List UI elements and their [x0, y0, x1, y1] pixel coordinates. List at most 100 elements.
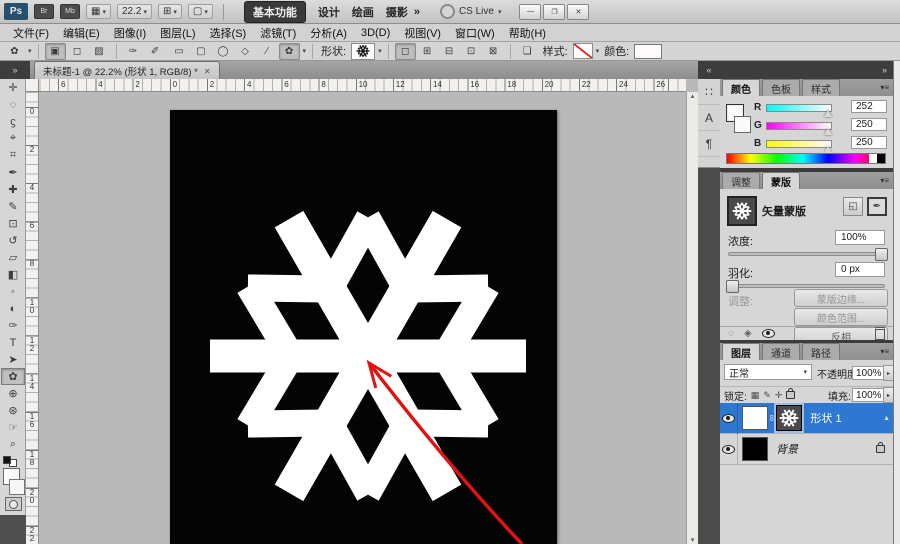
lock-transparent-icon[interactable]: ▦: [751, 390, 760, 401]
masks-panel-menu-icon[interactable]: ▾≡: [880, 176, 889, 185]
channel-slider-R[interactable]: [766, 104, 832, 112]
workspace-overflow-button[interactable]: »: [414, 6, 420, 18]
delete-mask-icon[interactable]: [875, 327, 885, 340]
channel-value-B[interactable]: 250: [851, 136, 887, 149]
vector-mask-thumbnail[interactable]: [727, 196, 757, 226]
subtract-shape-button[interactable]: ⊟: [439, 43, 460, 60]
layer-name[interactable]: 形状 1: [810, 410, 841, 426]
toolbox-collapse-button[interactable]: »: [0, 61, 30, 79]
color-tab-1[interactable]: 色板: [762, 79, 800, 96]
layer-mask-thumbnail[interactable]: [776, 405, 802, 431]
mask-enable-eye-icon[interactable]: [762, 329, 775, 338]
pen-tool[interactable]: ✑: [1, 317, 25, 334]
type-tool[interactable]: T: [1, 334, 25, 351]
blend-mode-select[interactable]: 正常▾: [724, 364, 812, 380]
mask-button-0[interactable]: 蒙版边缘...: [794, 289, 888, 307]
panel-background-swatch[interactable]: [734, 116, 751, 133]
panel-scroll-up-icon[interactable]: ▲: [883, 415, 890, 422]
channel-slider-thumb-R[interactable]: [824, 110, 832, 117]
channel-slider-thumb-G[interactable]: [824, 128, 832, 135]
custom-shape-tool[interactable]: ✿: [1, 368, 25, 385]
lasso-tool[interactable]: ϛ: [1, 113, 25, 130]
menu-item-2[interactable]: 图像(I): [107, 25, 153, 41]
channel-slider-B[interactable]: [766, 140, 832, 148]
shape-preset-chip[interactable]: [351, 43, 375, 60]
move-tool[interactable]: ✛: [1, 79, 25, 96]
workspace-tab-1[interactable]: 设计: [318, 4, 340, 20]
mask-link-icon[interactable]: ∞: [767, 415, 777, 421]
rounded-rectangle-shape-button[interactable]: ▢: [191, 43, 212, 60]
orbit-3d-tool[interactable]: ⊛: [1, 402, 25, 419]
menu-item-8[interactable]: 视图(V): [397, 25, 448, 41]
default-colors-icon[interactable]: [3, 456, 17, 466]
layer-row-shape[interactable]: ∞ 形状 1 ▲: [720, 403, 893, 434]
mask-load-selection-icon[interactable]: ◌: [728, 328, 734, 339]
color-spectrum-ramp[interactable]: [726, 153, 886, 164]
restore-button[interactable]: ❐: [543, 4, 565, 20]
polygon-shape-button[interactable]: ◇: [235, 43, 256, 60]
close-button[interactable]: ✕: [567, 4, 589, 20]
color-tab-2[interactable]: 样式: [802, 79, 840, 96]
ellipse-shape-button[interactable]: ◯: [213, 43, 234, 60]
new-shape-layer-button[interactable]: ◻: [395, 43, 416, 60]
layer-visibility-toggle[interactable]: [720, 403, 738, 434]
character-panel-icon[interactable]: A: [698, 105, 720, 131]
custom-shape-button[interactable]: ✿: [279, 43, 300, 60]
layers-tab-2[interactable]: 路径: [802, 343, 840, 360]
eyedropper-tool[interactable]: ✒: [1, 164, 25, 181]
workspace-tab-3[interactable]: 摄影: [386, 4, 408, 20]
lock-paint-icon[interactable]: ✎: [763, 390, 771, 401]
menu-item-6[interactable]: 分析(A): [303, 25, 354, 41]
freeform-pen-button[interactable]: ✐: [145, 43, 166, 60]
fill-pixels-mode[interactable]: ▨: [89, 43, 110, 60]
density-slider-thumb[interactable]: [875, 248, 888, 261]
density-slider[interactable]: [728, 252, 885, 256]
lock-move-icon[interactable]: ✛: [775, 390, 783, 401]
layers-panel-menu-icon[interactable]: ▾≡: [880, 347, 889, 356]
density-value[interactable]: 100%: [835, 230, 885, 245]
feather-value[interactable]: 0 px: [835, 262, 885, 277]
background-color-swatch[interactable]: [9, 479, 25, 495]
layers-tab-1[interactable]: 通道: [762, 343, 800, 360]
workspace-tab-2[interactable]: 绘画: [352, 4, 374, 20]
zoom-tool[interactable]: ⌕: [1, 436, 25, 453]
minimize-button[interactable]: —: [519, 4, 541, 20]
menu-item-7[interactable]: 3D(D): [354, 27, 397, 39]
style-none-swatch[interactable]: [573, 43, 593, 59]
document-canvas[interactable]: [170, 110, 557, 544]
color-panel-menu-icon[interactable]: ▾≡: [880, 83, 889, 92]
gradient-tool[interactable]: ◧: [1, 266, 25, 283]
view-extras-button[interactable]: ▦▾: [86, 4, 111, 19]
add-shape-button[interactable]: ⊞: [417, 43, 438, 60]
path-selection-tool[interactable]: ➤: [1, 351, 25, 368]
canvas-pasteboard[interactable]: [39, 92, 686, 544]
clone-stamp-tool[interactable]: ⊡: [1, 215, 25, 232]
quick-mask-button[interactable]: [5, 497, 22, 511]
dodge-tool[interactable]: ◐: [1, 300, 25, 317]
menu-item-3[interactable]: 图层(L): [153, 25, 202, 41]
mask-button-1[interactable]: 颜色范围...: [794, 308, 888, 326]
opacity-value[interactable]: 100%: [852, 366, 884, 380]
style-preview-icon[interactable]: ❏: [517, 43, 538, 60]
tool-preset-icon[interactable]: ✿: [4, 43, 25, 60]
masks-tab-0[interactable]: 调整: [722, 172, 760, 189]
menu-item-10[interactable]: 帮助(H): [502, 25, 553, 41]
dock-collapse-button[interactable]: »: [720, 61, 893, 79]
crop-tool[interactable]: ⌗: [1, 147, 25, 164]
exclude-shape-button[interactable]: ⊠: [483, 43, 504, 60]
intersect-shape-button[interactable]: ⊡: [461, 43, 482, 60]
layer-thumbnail[interactable]: [742, 437, 768, 461]
spectrum-black-swatch[interactable]: [877, 154, 885, 163]
menu-item-4[interactable]: 选择(S): [203, 25, 254, 41]
history-brush-tool[interactable]: ↺: [1, 232, 25, 249]
menu-item-5[interactable]: 滤镜(T): [253, 25, 303, 41]
masks-tab-1[interactable]: 蒙版: [762, 172, 800, 189]
menu-item-9[interactable]: 窗口(W): [448, 25, 502, 41]
mask-apply-icon[interactable]: ◈: [744, 328, 752, 339]
blur-tool[interactable]: ◦: [1, 283, 25, 300]
marquee-tool[interactable]: ◌: [1, 96, 25, 113]
feather-slider[interactable]: [728, 284, 885, 288]
layer-name[interactable]: 背景: [776, 441, 798, 457]
pen-tool-button[interactable]: ✑: [123, 43, 144, 60]
eraser-tool[interactable]: ▱: [1, 249, 25, 266]
